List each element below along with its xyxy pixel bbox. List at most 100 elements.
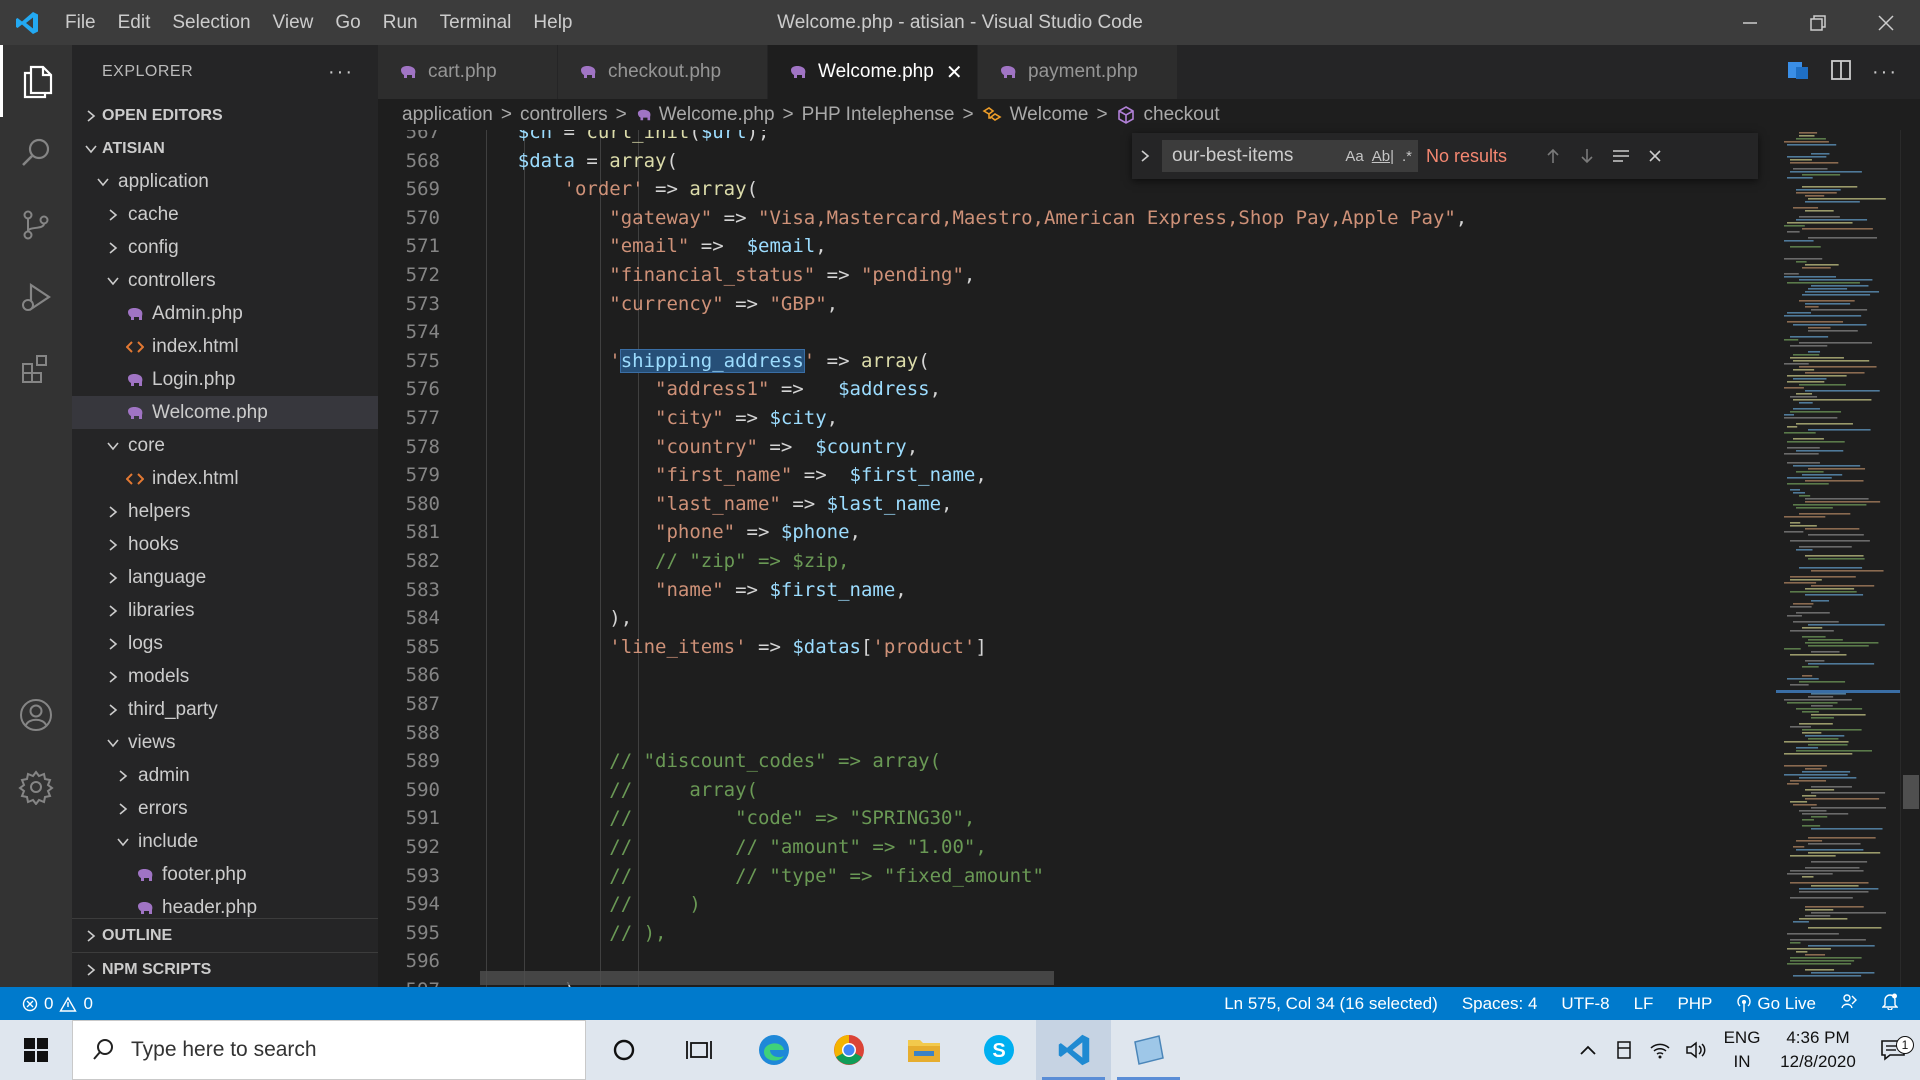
start-button[interactable] (0, 1020, 72, 1080)
menu-run[interactable]: Run (372, 0, 429, 45)
manage-activity-button[interactable] (0, 751, 72, 823)
taskbar-vscode[interactable] (1036, 1020, 1111, 1080)
tree-folder[interactable]: config (72, 231, 378, 264)
scrollbar-thumb[interactable] (1903, 775, 1919, 809)
tree-file[interactable]: Welcome.php (72, 396, 378, 429)
tab-cart-php[interactable]: cart.php (378, 45, 558, 99)
taskbar-app[interactable] (1111, 1020, 1186, 1080)
menu-help[interactable]: Help (522, 0, 583, 45)
vertical-scrollbar[interactable] (1900, 130, 1920, 987)
input-language[interactable]: ENG IN (1714, 1026, 1770, 1074)
breadcrumb-item[interactable]: Welcome.php (659, 104, 775, 126)
php-elephant-icon (788, 64, 808, 80)
tab-checkout-php[interactable]: checkout.php (558, 45, 768, 99)
match-case-button[interactable]: Aa (1345, 148, 1363, 165)
cursor-position[interactable]: Ln 575, Col 34 (16 selected) (1224, 994, 1438, 1014)
taskbar-edge[interactable] (736, 1020, 811, 1080)
run-debug-activity-button[interactable] (0, 261, 72, 333)
close-find-button[interactable] (1638, 148, 1672, 164)
find-in-selection-button[interactable] (1604, 148, 1638, 164)
split-editor-icon[interactable] (1830, 59, 1852, 86)
device-icon[interactable] (1606, 1040, 1642, 1060)
next-match-button[interactable] (1570, 147, 1604, 165)
tree-folder[interactable]: include (72, 825, 378, 858)
previous-match-button[interactable] (1536, 147, 1570, 165)
tree-folder[interactable]: helpers (72, 495, 378, 528)
end-of-line[interactable]: LF (1634, 994, 1654, 1014)
action-center-button[interactable]: 1 (1866, 1036, 1920, 1062)
minimize-button[interactable] (1716, 0, 1784, 45)
indentation[interactable]: Spaces: 4 (1462, 994, 1538, 1014)
more-actions-icon[interactable]: ··· (1872, 61, 1898, 84)
notifications-bell-icon[interactable] (1881, 992, 1899, 1015)
tab-welcome-php[interactable]: Welcome.php ✕ (768, 45, 978, 99)
live-share-icon[interactable] (1840, 992, 1858, 1015)
tree-file[interactable]: index.html (72, 330, 378, 363)
taskbar-chrome[interactable] (811, 1020, 886, 1080)
tree-folder[interactable]: controllers (72, 264, 378, 297)
task-view-button[interactable] (661, 1020, 736, 1080)
outline-section[interactable]: OUTLINE (72, 919, 378, 952)
cortana-button[interactable] (586, 1020, 661, 1080)
tree-folder[interactable]: core (72, 429, 378, 462)
close-window-button[interactable] (1852, 0, 1920, 45)
tab-close-icon[interactable]: ✕ (946, 60, 963, 85)
open-editors-section[interactable]: OPEN EDITORS (72, 99, 378, 132)
taskbar-skype[interactable]: S (961, 1020, 1036, 1080)
tab-payment-php[interactable]: payment.php (978, 45, 1178, 99)
tree-file[interactable]: Login.php (72, 363, 378, 396)
encoding[interactable]: UTF-8 (1561, 994, 1609, 1014)
more-actions-icon[interactable]: ··· (328, 61, 354, 84)
language-mode[interactable]: PHP (1677, 994, 1712, 1014)
tree-folder[interactable]: errors (72, 792, 378, 825)
taskbar-search-input[interactable]: Type here to search (72, 1020, 586, 1080)
explorer-activity-button[interactable] (0, 45, 72, 117)
go-live-button[interactable]: Go Live (1736, 994, 1816, 1014)
tree-file[interactable]: index.html (72, 462, 378, 495)
show-hidden-icons-button[interactable] (1570, 1044, 1606, 1056)
volume-icon[interactable] (1678, 1040, 1714, 1060)
tree-file[interactable]: Admin.php (72, 297, 378, 330)
tree-file[interactable]: footer.php (72, 858, 378, 891)
restore-button[interactable] (1784, 0, 1852, 45)
search-activity-button[interactable] (0, 117, 72, 189)
problems-indicator[interactable]: 0 0 (0, 994, 93, 1014)
breadcrumb-item[interactable]: Welcome (1010, 104, 1089, 126)
horizontal-scrollbar[interactable] (480, 971, 1054, 985)
minimap[interactable] (1776, 130, 1900, 987)
npm-scripts-section[interactable]: NPM SCRIPTS (72, 953, 378, 986)
accounts-activity-button[interactable] (0, 679, 72, 751)
open-preview-icon[interactable] (1786, 59, 1810, 86)
menu-selection[interactable]: Selection (161, 0, 261, 45)
tree-folder[interactable]: logs (72, 627, 378, 660)
find-input[interactable]: our-best-items Aa Ab| .* (1162, 140, 1418, 172)
tree-folder[interactable]: language (72, 561, 378, 594)
breadcrumb-item[interactable]: application (402, 104, 493, 126)
toggle-replace-button[interactable] (1132, 148, 1158, 164)
regex-button[interactable]: .* (1402, 148, 1412, 165)
extensions-activity-button[interactable] (0, 333, 72, 405)
code-editor[interactable]: 567 $ch = curl_init($url); 568 $data = ar… (378, 130, 1776, 987)
tree-folder[interactable]: admin (72, 759, 378, 792)
menu-terminal[interactable]: Terminal (429, 0, 523, 45)
tree-folder[interactable]: hooks (72, 528, 378, 561)
clock[interactable]: 4:36 PM 12/8/2020 (1770, 1026, 1866, 1074)
menu-file[interactable]: File (54, 0, 107, 45)
menu-go[interactable]: Go (324, 0, 371, 45)
menu-view[interactable]: View (262, 0, 325, 45)
taskbar-file-explorer[interactable] (886, 1020, 961, 1080)
breadcrumb-item[interactable]: PHP Intelephense (802, 104, 955, 126)
menu-edit[interactable]: Edit (107, 0, 162, 45)
source-control-activity-button[interactable] (0, 189, 72, 261)
workspace-section[interactable]: ATISIAN (72, 132, 378, 165)
network-icon[interactable] (1642, 1040, 1678, 1060)
breadcrumb-item[interactable]: controllers (520, 104, 608, 126)
tree-folder[interactable]: models (72, 660, 378, 693)
tree-folder[interactable]: cache (72, 198, 378, 231)
breadcrumb-item[interactable]: checkout (1144, 104, 1220, 126)
tree-folder[interactable]: views (72, 726, 378, 759)
tree-folder[interactable]: application (72, 165, 378, 198)
whole-word-button[interactable]: Ab| (1372, 148, 1394, 165)
tree-folder[interactable]: third_party (72, 693, 378, 726)
tree-folder[interactable]: libraries (72, 594, 378, 627)
